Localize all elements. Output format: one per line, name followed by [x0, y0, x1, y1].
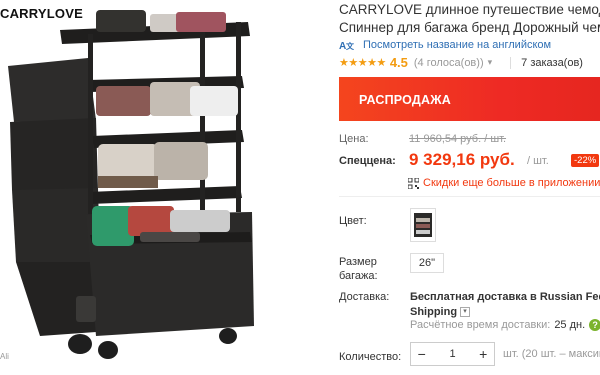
translate-link[interactable]: A 文 Посмотреть название на английском — [339, 39, 551, 52]
translate-icon: A 文 — [339, 39, 357, 52]
shipping-destination[interactable]: Russian Federa — [540, 291, 600, 303]
shipping-method[interactable]: Shipping — [410, 306, 457, 318]
per-unit-label: / шт. — [527, 155, 549, 167]
quantity-minus-button[interactable]: − — [411, 343, 433, 365]
product-title-line1: CARRYLOVE длинное путешествие чемодан с — [339, 2, 600, 17]
suitcase-image — [8, 10, 254, 359]
special-price: 9 329,16 руб. — [409, 150, 515, 169]
chevron-down-icon[interactable]: ▾ — [460, 307, 471, 318]
discount-badge: -22% — [571, 154, 600, 167]
size-option-26[interactable]: 26" — [410, 253, 444, 273]
luggage-size-label-line1: Размер — [339, 256, 377, 268]
price-label: Цена: — [339, 133, 369, 145]
app-discount-link[interactable]: Скидки еще больше в приложении ▾ — [408, 177, 600, 189]
svg-text:文: 文 — [346, 41, 355, 51]
product-info-panel: CARRYLOVE длинное путешествие чемодан с … — [323, 0, 600, 375]
photo-watermark: Ali — [0, 352, 9, 361]
shipping-line1-prefix: Бесплатная доставка в — [410, 291, 540, 303]
luggage-size-label-line2: багажа: — [339, 270, 378, 282]
product-title: CARRYLOVE длинное путешествие чемодан с … — [339, 1, 600, 37]
quantity-plus-button[interactable]: + — [473, 343, 495, 365]
shipping-info[interactable]: Бесплатная доставка в Russian Federa Shi… — [410, 290, 600, 320]
color-swatch-option[interactable] — [410, 208, 436, 242]
chevron-down-icon[interactable]: ▾ — [488, 57, 493, 68]
color-label: Цвет: — [339, 215, 367, 227]
stock-note: шт. (20 шт. – максиму — [503, 348, 600, 360]
translate-link-label[interactable]: Посмотреть название на английском — [363, 39, 551, 51]
qr-code-icon — [408, 177, 419, 189]
delivery-eta-label: Расчётное время доставки: — [410, 319, 551, 331]
special-price-label: Спеццена: — [339, 155, 396, 167]
sale-banner-label: РАСПРОДАЖА — [359, 93, 451, 107]
delivery-eta-value: 25 дн. — [554, 319, 586, 331]
votes-count[interactable]: (4 голоса(ов)) — [414, 57, 484, 69]
rating-stars-icon: ★★★★★ — [339, 57, 386, 69]
product-title-line2: Спиннер для багажа бренд Дорожный чемод — [339, 20, 600, 35]
luggage-size-label: Размер багажа: — [339, 255, 378, 283]
quantity-input[interactable] — [432, 348, 473, 360]
divider — [339, 196, 600, 197]
shipping-label: Доставка: — [339, 291, 390, 303]
quantity-stepper[interactable]: − + — [410, 342, 495, 366]
sale-banner: РАСПРОДАЖА — [339, 77, 600, 121]
help-icon[interactable]: ? — [589, 319, 600, 332]
rating-row: ★★★★★ 4.5 (4 голоса(ов)) ▾ 7 заказа(ов) — [339, 55, 583, 70]
delivery-eta: Расчётное время доставки: 25 дн.? — [410, 319, 600, 332]
app-discount-text[interactable]: Скидки еще больше в приложении — [423, 177, 600, 189]
rating-value: 4.5 — [389, 55, 408, 70]
product-photo[interactable]: CARRYLOVE Ali — [0, 0, 320, 375]
orders-count: 7 заказа(ов) — [510, 56, 583, 69]
quantity-label: Количество: — [339, 351, 402, 363]
color-swatch-thumbnail — [414, 213, 432, 237]
old-price: 11 960,54 руб. / шт. — [409, 133, 507, 145]
